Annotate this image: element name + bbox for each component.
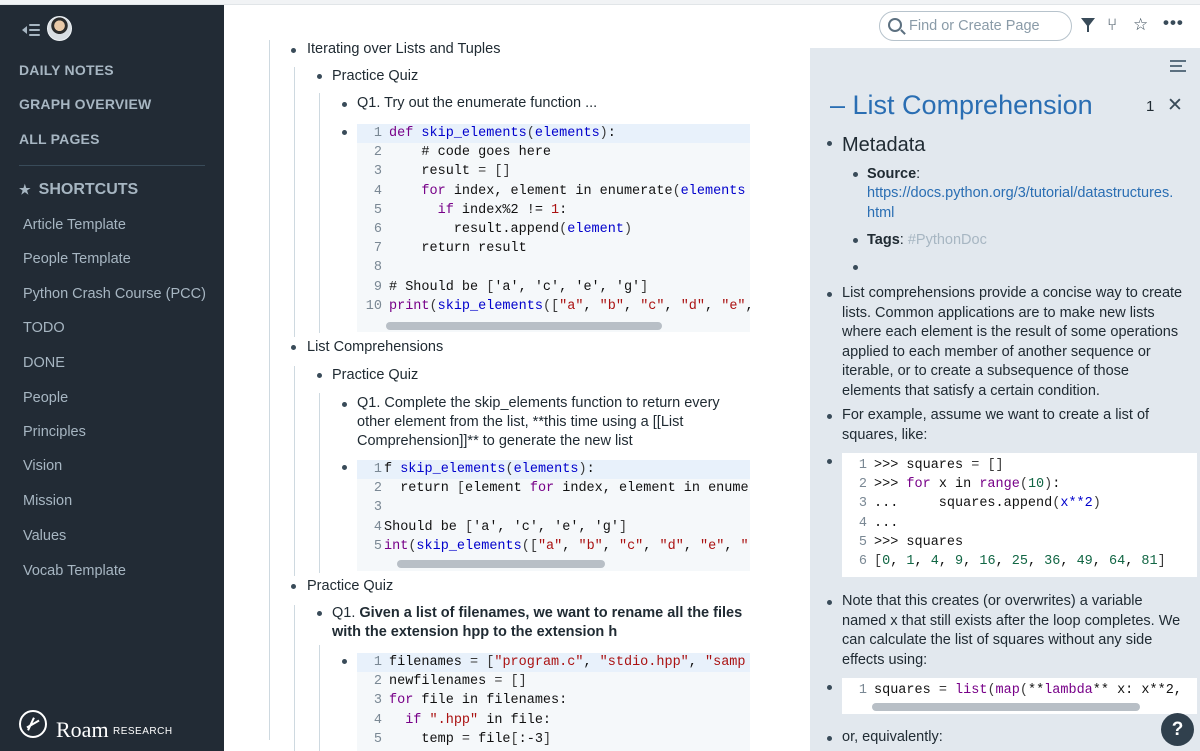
block-bullet[interactable]: [291, 345, 296, 350]
block-bullet[interactable]: [827, 414, 832, 419]
brand-name: Roam: [56, 717, 109, 742]
star-icon: ★: [19, 182, 31, 197]
block-q1-skip-line1[interactable]: Q1. Complete the skip_elements function …: [357, 394, 720, 414]
block-bullet[interactable]: [827, 459, 832, 464]
indent-guide: [294, 67, 295, 337]
block-bullet[interactable]: [827, 141, 832, 146]
indent-guide: [269, 40, 270, 740]
code-scrollbar[interactable]: [872, 703, 1140, 711]
block-q1-filenames-line1[interactable]: Q1. Given a list of filenames, we want t…: [332, 604, 742, 624]
block-metadata[interactable]: Metadata: [842, 133, 925, 157]
block-practice-quiz-3[interactable]: Practice Quiz: [307, 577, 393, 597]
roam-logo-icon: [19, 710, 47, 738]
block-bullet[interactable]: [342, 102, 347, 107]
search-box[interactable]: Find or Create Page: [879, 11, 1072, 41]
block-bullet[interactable]: [317, 611, 322, 616]
graph-branch-icon[interactable]: ⑂: [1107, 16, 1117, 34]
sidebar-divider: [19, 165, 205, 166]
close-icon[interactable]: ✕: [1167, 94, 1183, 117]
nav-daily-notes[interactable]: DAILY NOTES: [19, 62, 114, 78]
indent-guide: [319, 93, 320, 333]
left-sidebar: DAILY NOTES GRAPH OVERVIEW ALL PAGES ★ SH…: [0, 5, 224, 751]
collapse-sidebar-icon[interactable]: [22, 23, 40, 37]
main-page-content: Iterating over Lists and Tuples Practice…: [224, 5, 810, 751]
block-para1[interactable]: List comprehensions provide a concise wa…: [842, 284, 1182, 401]
indent-guide: [319, 393, 320, 573]
block-tags[interactable]: Tags: #PythonDoc: [867, 231, 987, 251]
close-right-sidebar-icon[interactable]: [1170, 59, 1186, 73]
shortcut-mission[interactable]: Mission: [23, 493, 72, 509]
code-block-filenames[interactable]: 1 filenames = ["program.c", "stdio.hpp", …: [357, 653, 750, 751]
block-practice-quiz-2[interactable]: Practice Quiz: [332, 366, 418, 386]
block-para4[interactable]: or, equivalently:: [842, 728, 943, 748]
block-q1-skip-line3[interactable]: Comprehension]]** to generate the new li…: [357, 432, 633, 452]
tag-pythondoc[interactable]: #PythonDoc: [908, 232, 987, 248]
block-bullet[interactable]: [291, 584, 296, 589]
shortcut-people-template[interactable]: People Template: [23, 251, 131, 267]
code-block-list-comprehension[interactable]: 1f skip_elements(elements): 2 return [el…: [357, 460, 750, 571]
source-link-line2[interactable]: html: [867, 204, 894, 224]
right-sidebar-panel: – List Comprehension 1 ✕ Metadata Source…: [810, 48, 1200, 751]
block-bullet[interactable]: [827, 736, 832, 741]
block-bullet[interactable]: [827, 600, 832, 605]
block-para3[interactable]: Note that this creates (or overwrites) a…: [842, 592, 1180, 670]
nav-all-pages[interactable]: ALL PAGES: [19, 131, 100, 147]
block-bullet[interactable]: [317, 373, 322, 378]
nav-graph-overview[interactable]: GRAPH OVERVIEW: [19, 96, 151, 112]
search-placeholder: Find or Create Page: [909, 18, 1040, 34]
code-block-map[interactable]: 1 squares = list(map(**lambda** x: x**2,: [842, 678, 1197, 714]
search-icon: [888, 18, 902, 32]
shortcut-todo[interactable]: TODO: [23, 320, 65, 336]
more-options-icon[interactable]: •••: [1163, 14, 1184, 32]
indent-guide: [294, 366, 295, 576]
block-list-comprehensions[interactable]: List Comprehensions: [307, 338, 443, 358]
block-bullet[interactable]: [827, 292, 832, 297]
block-bullet[interactable]: [853, 238, 858, 243]
code-block-enumerate[interactable]: 1 def skip_elements(elements): 2 # code g…: [357, 124, 750, 332]
user-avatar[interactable]: [47, 16, 72, 41]
shortcuts-heading: ★ SHORTCUTS: [19, 181, 138, 199]
block-source[interactable]: Source:: [867, 165, 920, 185]
block-bullet-empty[interactable]: [853, 265, 858, 270]
help-button[interactable]: ?: [1161, 713, 1194, 746]
shortcut-people[interactable]: People: [23, 390, 68, 406]
indent-guide: [319, 645, 320, 751]
block-bullet[interactable]: [342, 659, 347, 664]
shortcut-principles[interactable]: Principles: [23, 424, 86, 440]
favorite-star-icon[interactable]: ☆: [1133, 16, 1148, 34]
block-practice-quiz[interactable]: Practice Quiz: [332, 67, 418, 87]
shortcuts-title: SHORTCUTS: [38, 181, 139, 198]
shortcut-vocab-template[interactable]: Vocab Template: [23, 563, 126, 579]
shortcut-done[interactable]: DONE: [23, 355, 65, 371]
block-q1-filenames-line2[interactable]: with the extension hpp to the extension …: [332, 623, 617, 643]
block-bullet[interactable]: [342, 130, 347, 135]
source-link-line1[interactable]: https://docs.python.org/3/tutorial/datas…: [867, 184, 1173, 204]
block-para2[interactable]: For example, assume we want to create a …: [842, 406, 1149, 445]
block-q1-enumerate[interactable]: Q1. Try out the enumerate function ...: [357, 94, 597, 114]
block-bullet[interactable]: [342, 402, 347, 407]
brand-subtitle: RESEARCH: [113, 726, 173, 737]
shortcut-article-template[interactable]: Article Template: [23, 217, 126, 233]
block-iterating[interactable]: Iterating over Lists and Tuples: [307, 40, 500, 60]
filter-icon[interactable]: [1081, 18, 1095, 32]
block-bullet[interactable]: [291, 48, 296, 53]
panel-reference-count: 1: [1146, 98, 1155, 115]
block-bullet[interactable]: [342, 465, 347, 470]
indent-guide: [294, 605, 295, 751]
block-bullet[interactable]: [827, 685, 832, 690]
shortcut-vision[interactable]: Vision: [23, 458, 62, 474]
panel-page-title[interactable]: – List Comprehension: [830, 90, 1093, 121]
code-scrollbar[interactable]: [397, 560, 605, 568]
block-q1-skip-line2[interactable]: other element from the list, **this time…: [357, 413, 683, 433]
shortcut-python-crash-course[interactable]: Python Crash Course (PCC): [23, 286, 206, 302]
block-bullet[interactable]: [317, 74, 322, 79]
code-scrollbar[interactable]: [386, 322, 662, 330]
block-bullet[interactable]: [853, 172, 858, 177]
code-block-squares[interactable]: 1 >>> squares = [] 2 >>> for x in range(10…: [842, 453, 1197, 577]
shortcut-values[interactable]: Values: [23, 528, 66, 544]
